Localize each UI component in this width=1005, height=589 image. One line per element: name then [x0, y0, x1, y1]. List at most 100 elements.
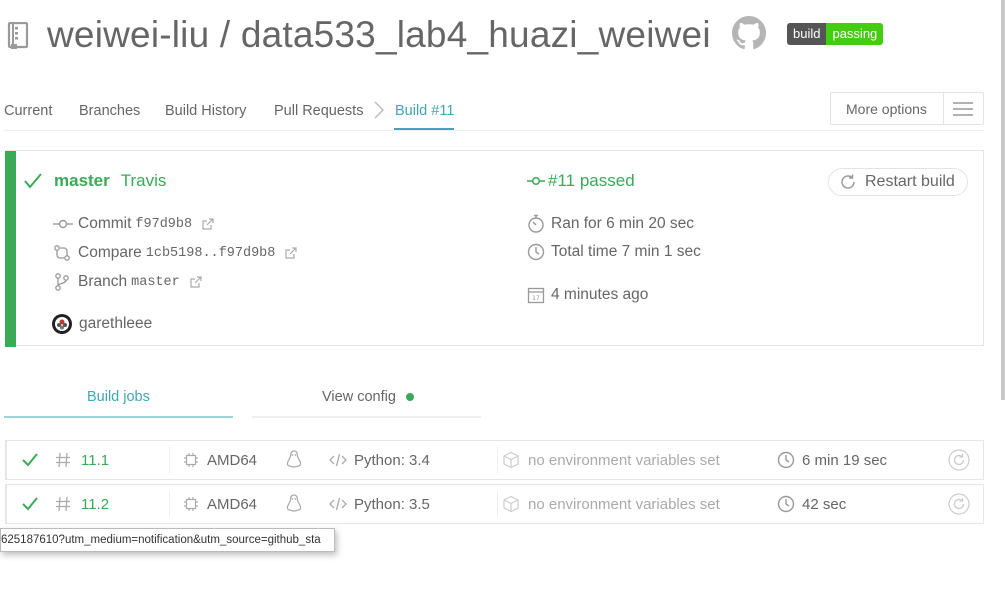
clock-icon [777, 495, 795, 513]
branch-value[interactable]: master [131, 275, 180, 290]
job-row[interactable]: 11.2 AMD64 Python: 3.5 no environment va… [5, 484, 984, 524]
branch-icon [55, 273, 69, 291]
link-preview-tooltip: 625187610?utm_medium=notification&utm_so… [0, 528, 335, 552]
clock-icon [527, 243, 545, 261]
external-link-icon[interactable] [202, 218, 214, 230]
scrollbar[interactable] [1001, 0, 1005, 400]
code-icon [329, 453, 347, 467]
hamburger-icon[interactable] [952, 101, 974, 117]
job-language: Python: 3.4 [354, 451, 430, 469]
tab-current[interactable]: Current [4, 103, 52, 119]
job-language: Python: 3.5 [354, 495, 430, 513]
job-number-cell: 11.1 [55, 441, 109, 479]
time-ago: 4 minutes ago [551, 286, 649, 303]
hash-icon [56, 496, 70, 512]
cell-divider [169, 447, 170, 473]
chevron-right-icon [374, 101, 385, 119]
branch-row[interactable]: Branch master [53, 273, 202, 291]
job-status [21, 441, 39, 479]
cell-divider [497, 491, 498, 517]
job-arch: AMD64 [207, 495, 258, 513]
tab-build-history[interactable]: Build History [165, 103, 246, 119]
compare-row[interactable]: Compare 1cb5198..f97d9b8 [53, 244, 297, 262]
compare-icon [54, 245, 70, 261]
job-env-cell: no environment variables set [502, 485, 720, 523]
job-language-cell: Python: 3.5 [329, 485, 430, 523]
stopwatch-icon [528, 214, 544, 233]
branch-label: Branch [78, 273, 128, 290]
job-restart[interactable] [948, 441, 970, 479]
build-status-badge[interactable]: build passing [787, 23, 884, 45]
cell-divider [169, 491, 170, 517]
time-ago-row: 17 4 minutes ago [527, 286, 648, 304]
compare-label: Compare [78, 244, 142, 261]
clock-icon [777, 451, 795, 469]
restart-build-label: Restart build [865, 173, 955, 190]
job-duration-cell: 42 sec [777, 485, 846, 523]
job-duration: 6 min 19 sec [802, 451, 888, 469]
repo-icon [7, 22, 29, 49]
branch-name[interactable]: master [54, 171, 110, 191]
tab-branches[interactable]: Branches [79, 103, 140, 119]
hash-icon [56, 452, 70, 468]
external-link-icon[interactable] [285, 247, 297, 259]
external-link-icon[interactable] [190, 276, 202, 288]
tab-build[interactable]: Build #11 [395, 103, 454, 119]
avatar [52, 314, 72, 334]
repo-title[interactable]: weiwei-liu / data533_lab4_huazi_weiwei [47, 14, 711, 56]
restart-build-button[interactable]: Restart build [828, 168, 968, 196]
tabs-divider [4, 130, 984, 131]
repo-header: weiwei-liu / data533_lab4_huazi_weiwei b… [0, 10, 1005, 60]
build-summary-card: master Travis Commit f97d9b8 Compare 1cb… [5, 150, 984, 347]
job-os-cell [285, 485, 303, 523]
total-time: Total time 7 min 1 sec [551, 243, 701, 260]
more-options-divider [943, 93, 944, 124]
job-restart[interactable] [948, 485, 970, 523]
view-config-indicator [252, 416, 481, 418]
config-status-dot [405, 393, 414, 402]
tab-build-jobs[interactable]: Build jobs [87, 389, 150, 405]
job-os-cell [285, 441, 303, 479]
job-language-cell: Python: 3.4 [329, 441, 430, 479]
cpu-icon [184, 497, 198, 511]
link-preview-url: 625187610?utm_medium=notification&utm_so… [1, 534, 321, 546]
commit-sha[interactable]: f97d9b8 [135, 217, 192, 232]
restart-icon [841, 174, 855, 189]
commit-row[interactable]: Commit f97d9b8 [53, 215, 214, 233]
tab-pull-requests[interactable]: Pull Requests [274, 103, 363, 119]
build-status-row[interactable]: #11 passed [527, 171, 635, 191]
job-number[interactable]: 11.2 [81, 496, 109, 513]
job-env-cell: no environment variables set [502, 441, 720, 479]
svg-text:17: 17 [532, 295, 540, 302]
job-row[interactable]: 11.1 AMD64 Python: 3.4 no environment va… [5, 440, 984, 480]
job-duration: 42 sec [802, 495, 847, 513]
more-options-menu[interactable]: More options [830, 92, 984, 125]
job-env: no environment variables set [528, 495, 720, 513]
job-arch-cell: AMD64 [183, 441, 257, 479]
status-stripe [5, 151, 16, 347]
build-branch-row: master Travis [23, 171, 166, 191]
compare-range[interactable]: 1cb5198..f97d9b8 [146, 246, 276, 261]
restart-icon[interactable] [948, 493, 970, 515]
job-number[interactable]: 11.1 [81, 452, 109, 469]
code-icon [329, 497, 347, 511]
github-icon[interactable] [732, 16, 766, 50]
view-config-label: View config [322, 389, 396, 405]
badge-status: passing [826, 23, 884, 45]
calendar-icon: 17 [527, 287, 545, 304]
linux-icon [286, 450, 302, 468]
cell-divider [497, 447, 498, 473]
cpu-icon [184, 453, 198, 467]
commit-icon [53, 219, 73, 229]
tab-view-config[interactable]: View config [322, 389, 414, 405]
commit-icon [527, 176, 545, 186]
linux-icon [286, 494, 302, 512]
job-duration-cell: 6 min 19 sec [777, 441, 887, 479]
job-arch: AMD64 [207, 451, 258, 469]
total-time-row: Total time 7 min 1 sec [527, 243, 701, 261]
ran-for: Ran for 6 min 20 sec [551, 215, 695, 232]
job-number-cell: 11.2 [55, 485, 109, 523]
restart-icon[interactable] [948, 449, 970, 471]
author-name[interactable]: garethleee [79, 315, 152, 333]
job-arch-cell: AMD64 [183, 485, 257, 523]
